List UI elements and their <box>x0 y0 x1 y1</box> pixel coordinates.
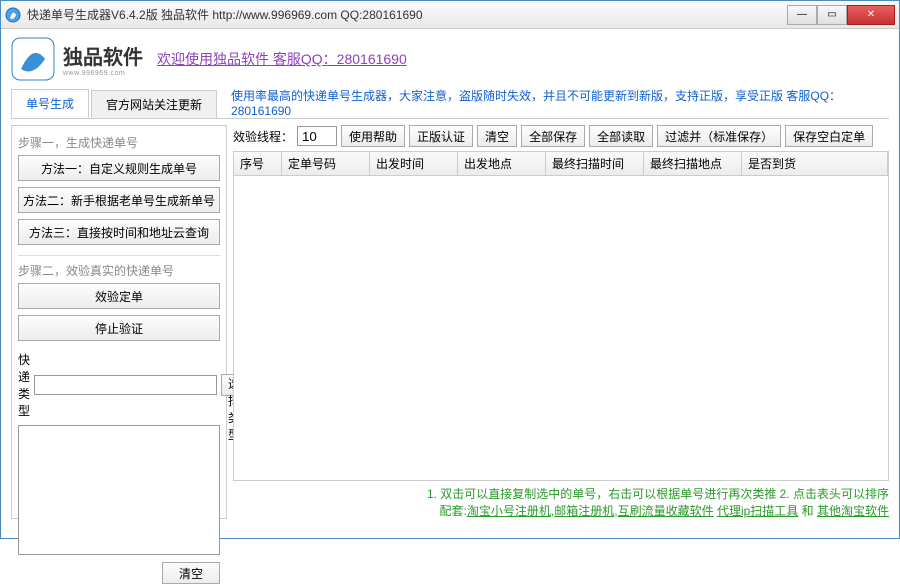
col-depart-time[interactable]: 出发时间 <box>370 152 458 175</box>
clear-log-button[interactable]: 清空 <box>162 562 220 584</box>
header: 独品软件 www.996969.com 欢迎使用独品软件 客服QQ：280161… <box>11 35 889 83</box>
window-title: 快递单号生成器V6.4.2版 独品软件 http://www.996969.co… <box>27 6 787 23</box>
titlebar: 快递单号生成器V6.4.2版 独品软件 http://www.996969.co… <box>1 1 899 29</box>
logo-icon <box>11 37 55 81</box>
tab-generate[interactable]: 单号生成 <box>11 89 89 118</box>
express-type-input[interactable] <box>34 375 217 395</box>
footer-prefix: 配套: <box>440 504 467 518</box>
threads-label: 效验线程： <box>233 128 293 145</box>
tab-official-update[interactable]: 官方网站关注更新 <box>91 90 217 118</box>
notice-text: 使用率最高的快递单号生成器，大家注意，盗版随时失效，并且不可能更新到新版，支持正… <box>219 87 889 118</box>
load-all-button[interactable]: 全部读取 <box>589 125 653 147</box>
toolbar: 效验线程： 使用帮助 正版认证 清空 全部保存 全部读取 过滤并（标准保存） 保… <box>233 125 889 147</box>
link-taobao[interactable]: 淘宝小号注册机 <box>467 504 551 518</box>
method3-button[interactable]: 方法三：直接按时间和地址云查询 <box>18 219 220 245</box>
col-orderno[interactable]: 定单号码 <box>282 152 370 175</box>
threads-input[interactable] <box>297 126 337 146</box>
brand-url: www.996969.com <box>63 70 143 77</box>
express-type-label: 快递类型 <box>18 351 30 419</box>
brand-name: 独品软件 <box>63 41 143 70</box>
minimize-button[interactable]: — <box>787 5 817 25</box>
footer-hint: 1. 双击可以直接复制选中的单号，右击可以根据单号进行再次类推 2. 点击表头可… <box>233 485 889 502</box>
footer-links: 配套:淘宝小号注册机,邮箱注册机,互刷流量收藏软件 代理ip扫描工具 和 其他淘… <box>233 502 889 519</box>
step2-label: 步骤二，效验真实的快递单号 <box>18 262 220 279</box>
col-last-scan-time[interactable]: 最终扫描时间 <box>546 152 644 175</box>
link-other[interactable]: 其他淘宝软件 <box>817 504 889 518</box>
col-seq[interactable]: 序号 <box>234 152 282 175</box>
col-last-scan-place[interactable]: 最终扫描地点 <box>644 152 742 175</box>
help-button[interactable]: 使用帮助 <box>341 125 405 147</box>
col-depart-place[interactable]: 出发地点 <box>458 152 546 175</box>
welcome-link[interactable]: 欢迎使用独品软件 客服QQ：280161690 <box>157 49 407 69</box>
app-icon <box>5 7 21 23</box>
stop-verify-button[interactable]: 停止验证 <box>18 315 220 341</box>
link-proxy[interactable]: 代理ip扫描工具 <box>717 504 798 518</box>
maximize-button[interactable]: ▭ <box>817 5 847 25</box>
filter-save-button[interactable]: 过滤并（标准保存） <box>657 125 781 147</box>
divider <box>18 255 220 256</box>
grid-header: 序号 定单号码 出发时间 出发地点 最终扫描时间 最终扫描地点 是否到货 <box>234 152 888 176</box>
verify-order-button[interactable]: 效验定单 <box>18 283 220 309</box>
left-panel: 步骤一，生成快递单号 方法一：自定义规则生成单号 方法二：新手根据老单号生成新单… <box>11 125 227 519</box>
step1-label: 步骤一，生成快递单号 <box>18 134 220 151</box>
log-textarea[interactable] <box>18 425 220 555</box>
close-button[interactable]: ✕ <box>847 5 895 25</box>
save-blank-button[interactable]: 保存空白定单 <box>785 125 873 147</box>
method2-button[interactable]: 方法二：新手根据老单号生成新单号 <box>18 187 220 213</box>
auth-button[interactable]: 正版认证 <box>409 125 473 147</box>
link-traffic[interactable]: 互刷流量收藏软件 <box>618 504 714 518</box>
save-all-button[interactable]: 全部保存 <box>521 125 585 147</box>
results-grid[interactable]: 序号 定单号码 出发时间 出发地点 最终扫描时间 最终扫描地点 是否到货 <box>233 151 889 481</box>
method1-button[interactable]: 方法一：自定义规则生成单号 <box>18 155 220 181</box>
clear-button[interactable]: 清空 <box>477 125 517 147</box>
link-mail[interactable]: 邮箱注册机 <box>554 504 614 518</box>
col-arrived[interactable]: 是否到货 <box>742 152 888 175</box>
